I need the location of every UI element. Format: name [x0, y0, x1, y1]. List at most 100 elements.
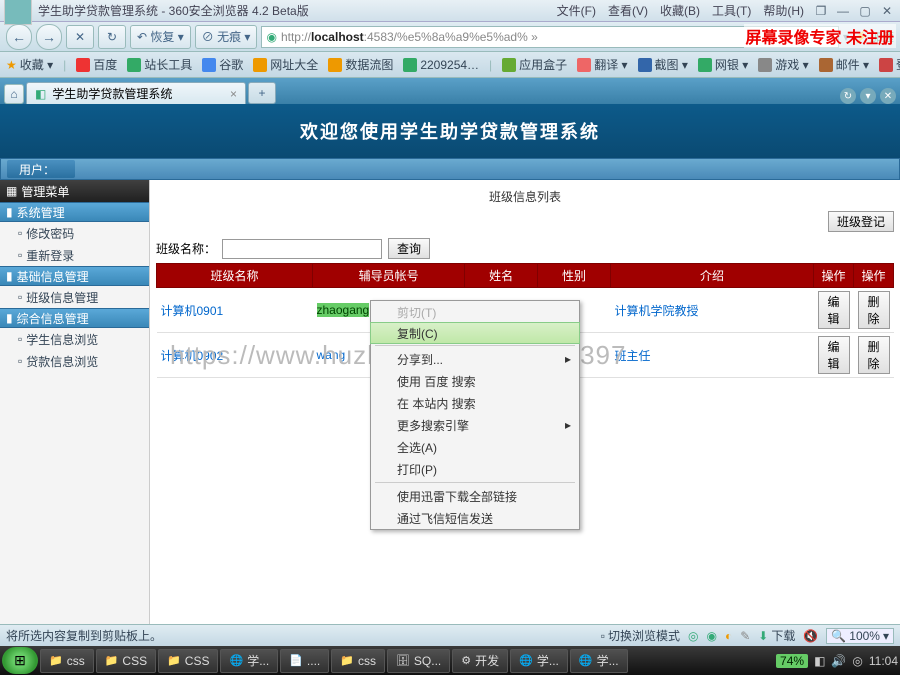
folder-icon: ▮	[6, 269, 13, 283]
doc-icon: ▫	[18, 226, 22, 240]
ctx-share[interactable]: 分享到...▸	[371, 348, 579, 370]
bm-num[interactable]: 2209254…	[403, 58, 479, 72]
bm-zhanzhang[interactable]: 站长工具	[127, 56, 192, 73]
menu-file[interactable]: 文件(F)	[557, 2, 596, 19]
start-button[interactable]: ⊞	[2, 647, 38, 674]
clock[interactable]: 11:04	[869, 654, 898, 668]
ctx-copy[interactable]: 复制(C)	[370, 322, 580, 344]
class-link[interactable]: 计算机0901	[161, 304, 224, 318]
sidebar-cat-base[interactable]: ▮基础信息管理	[0, 266, 149, 286]
table-header-row: 班级名称 辅导员帐号 姓名 性别 介绍 操作 操作	[157, 264, 894, 288]
tab-active[interactable]: ◧ 学生助学贷款管理系统 ×	[26, 82, 246, 104]
ctx-sep	[375, 345, 575, 346]
ctx-site-search[interactable]: 在 本站内 搜索	[371, 392, 579, 414]
tool-icon[interactable]: ✎	[740, 629, 750, 643]
restore-button[interactable]: ↶ 恢复 ▾	[130, 25, 191, 49]
bm-bank[interactable]: 网银 ▾	[698, 56, 748, 73]
tab-sync-icon[interactable]: ↻	[840, 88, 856, 104]
task-item[interactable]: 🗄 SQ...	[387, 649, 450, 673]
globe-icon: ◉	[266, 30, 276, 44]
task-item[interactable]: 📁 CSS	[96, 649, 156, 673]
bm-appbox[interactable]: 应用盒子	[502, 56, 567, 73]
bm-game[interactable]: 游戏 ▾	[758, 56, 808, 73]
tab-list-icon[interactable]: ▾	[860, 88, 876, 104]
download-button[interactable]: ⬇下载	[758, 627, 795, 644]
sidebar-item-password[interactable]: ▫修改密码	[0, 222, 149, 244]
task-item[interactable]: 📄 ....	[280, 649, 329, 673]
ctx-more-engines[interactable]: 更多搜索引擎▸	[371, 414, 579, 436]
sound-icon[interactable]: 🔇	[803, 629, 818, 643]
bm-google[interactable]: 谷歌	[202, 56, 243, 73]
maximize-icon[interactable]: ▢	[856, 4, 874, 18]
filter-icon[interactable]: ◐	[725, 629, 732, 643]
stop-button[interactable]: ✕	[66, 25, 94, 49]
shield-icon[interactable]: ◉	[706, 629, 716, 643]
ctx-thunder[interactable]: 使用迅雷下载全部链接	[371, 485, 579, 507]
sidebar-item-student[interactable]: ▫学生信息浏览	[0, 328, 149, 350]
ctx-print[interactable]: 打印(P)	[371, 458, 579, 480]
sidebar-item-loan[interactable]: ▫贷款信息浏览	[0, 350, 149, 372]
back-button[interactable]: ←	[6, 24, 32, 50]
skin-icon[interactable]: ❐	[812, 4, 830, 18]
battery-indicator[interactable]: 74%	[776, 654, 808, 668]
bm-mail[interactable]: 邮件 ▾	[819, 56, 869, 73]
bm-dataflow[interactable]: 数据流图	[328, 56, 393, 73]
globe-icon[interactable]: ◎	[688, 629, 698, 643]
delete-button[interactable]: 删除	[858, 336, 890, 374]
forward-button[interactable]: →	[36, 24, 62, 50]
ctx-feixin[interactable]: 通过飞信短信发送	[371, 507, 579, 529]
zoom-level[interactable]: 🔍 100% ▾	[826, 628, 894, 644]
bm-wangzhi[interactable]: 网址大全	[253, 56, 318, 73]
minimize-icon[interactable]: —	[834, 4, 852, 18]
reload-button[interactable]: ↻	[98, 25, 126, 49]
search-button[interactable]: 查询	[388, 238, 430, 259]
task-item[interactable]: 📁 css	[40, 649, 94, 673]
task-item[interactable]: 📁 css	[331, 649, 385, 673]
tray-icon[interactable]: ◧	[814, 654, 825, 668]
task-item[interactable]: 🌐 学...	[220, 649, 278, 673]
sidebar-item-class[interactable]: ▫班级信息管理	[0, 286, 149, 308]
ctx-baidu-search[interactable]: 使用 百度 搜索	[371, 370, 579, 392]
bm-baidu[interactable]: 百度	[76, 56, 117, 73]
close-icon[interactable]: ✕	[878, 4, 896, 18]
tray-icon[interactable]: ◎	[852, 654, 862, 668]
favorites-button[interactable]: ★收藏 ▾	[6, 56, 53, 73]
bm-translate[interactable]: 翻译 ▾	[577, 56, 627, 73]
delete-button[interactable]: 删除	[858, 291, 890, 329]
new-tab-button[interactable]: +	[248, 82, 276, 104]
bm-screenshot[interactable]: 截图 ▾	[638, 56, 688, 73]
home-icon[interactable]: ⌂	[4, 84, 24, 104]
page-banner: 欢迎您使用学生助学贷款管理系统	[0, 104, 900, 158]
menu-help[interactable]: 帮助(H)	[763, 2, 804, 19]
acct-cell[interactable]: wang	[317, 348, 346, 362]
system-tray: 74% ◧ 🔊 ◎ 11:04	[776, 654, 898, 668]
register-button[interactable]: 班级登记	[828, 211, 894, 232]
ctx-select-all[interactable]: 全选(A)	[371, 436, 579, 458]
mode-switch[interactable]: ▫切换浏览模式	[601, 627, 680, 644]
edit-button[interactable]: 编辑	[818, 336, 850, 374]
class-link[interactable]: 计算机0902	[161, 349, 224, 363]
menu-tools[interactable]: 工具(T)	[712, 2, 751, 19]
tab-close-all-icon[interactable]: ✕	[880, 88, 896, 104]
edit-button[interactable]: 编辑	[818, 291, 850, 329]
bm-login[interactable]: 登录管家(1) ▾	[879, 56, 900, 73]
menu-view[interactable]: 查看(V)	[608, 2, 648, 19]
sidebar-item-relogin[interactable]: ▫重新登录	[0, 244, 149, 266]
doc-icon: ▫	[18, 290, 22, 304]
search-input[interactable]	[222, 239, 382, 259]
sidebar-header: ▦管理菜单	[0, 180, 149, 202]
task-item[interactable]: 🌐 学...	[570, 649, 628, 673]
task-item[interactable]: 🌐 学...	[510, 649, 568, 673]
sidebar: ▦管理菜单 ▮系统管理 ▫修改密码 ▫重新登录 ▮基础信息管理 ▫班级信息管理 …	[0, 180, 150, 624]
sidebar-cat-combo[interactable]: ▮综合信息管理	[0, 308, 149, 328]
search-label: 班级名称：	[156, 240, 216, 257]
sidebar-cat-system[interactable]: ▮系统管理	[0, 202, 149, 222]
task-item[interactable]: 📁 CSS	[158, 649, 218, 673]
task-item[interactable]: ⚙ 开发	[452, 649, 508, 673]
acct-cell[interactable]: zhaogang	[317, 303, 370, 317]
incognito-button[interactable]: ⊘ 无痕 ▾	[195, 25, 258, 49]
folder-icon: ▮	[6, 311, 13, 325]
tray-icon[interactable]: 🔊	[831, 654, 846, 668]
tab-close-icon[interactable]: ×	[230, 87, 237, 101]
menu-fav[interactable]: 收藏(B)	[660, 2, 700, 19]
